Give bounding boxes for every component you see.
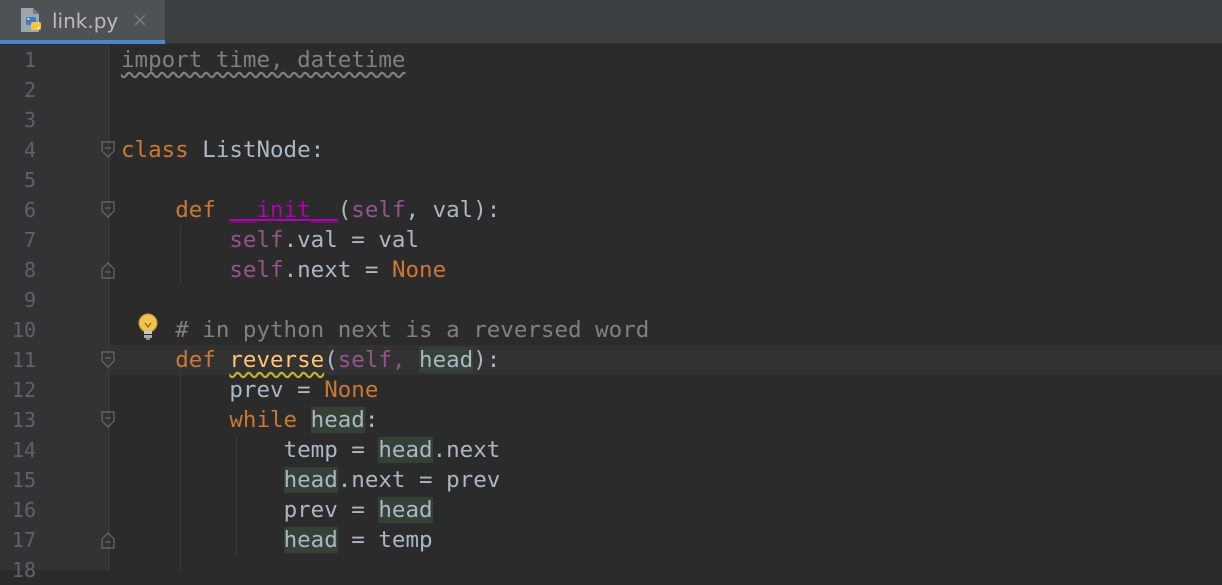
assignment: .next =	[283, 257, 392, 283]
keyword: while	[229, 407, 298, 433]
line-number: 2	[23, 78, 36, 102]
keyword: class	[121, 137, 189, 163]
fold-icon[interactable]	[100, 411, 116, 429]
python-icon	[21, 8, 41, 32]
line-number: 15	[11, 468, 36, 492]
gutter-divider	[108, 45, 109, 570]
assignment: .val = val	[283, 227, 420, 253]
line-number: 13	[11, 408, 36, 432]
code-line-6: def __init__(self, val):	[121, 195, 500, 225]
line-number-gutter: 1 2 3 4 5 6 7 8 9 10 11 12 13 14 15 16 1…	[0, 45, 110, 582]
line-number: 8	[23, 258, 36, 282]
fold-icon[interactable]	[100, 261, 116, 279]
assignment: temp =	[283, 437, 379, 463]
fold-icon[interactable]	[100, 531, 116, 549]
assignment: prev =	[283, 497, 379, 523]
self-ref: self	[229, 227, 284, 253]
line-number: 14	[11, 438, 36, 462]
code-line-11: def reverse(self, head):	[121, 345, 500, 375]
line-number: 17	[11, 528, 36, 552]
line-number: 5	[23, 168, 36, 192]
assignment: prev =	[229, 377, 325, 403]
line-number: 6	[23, 198, 36, 222]
colon: :	[364, 407, 379, 433]
var-head: head	[283, 527, 338, 553]
self-param: self	[351, 197, 406, 223]
param-head: head	[419, 347, 474, 373]
comment: # in python next is a reversed word	[175, 317, 650, 343]
code-line-12: prev = None	[121, 375, 378, 405]
line-number: 7	[23, 228, 36, 252]
line-number: 1	[23, 48, 36, 72]
var-head: head	[378, 497, 433, 523]
import-statement: import time, datetime	[121, 47, 406, 73]
tab-link-py[interactable]: link.py ×	[0, 0, 165, 44]
line-number: 11	[11, 348, 36, 372]
fold-icon[interactable]	[100, 201, 116, 219]
self-param: self	[337, 347, 392, 373]
function-name: reverse	[229, 347, 325, 373]
self-ref: self	[229, 257, 284, 283]
close-icon[interactable]: ×	[131, 9, 149, 31]
code-line-13: while head:	[121, 405, 378, 435]
none-literal: None	[391, 257, 447, 283]
line-number: 18	[11, 558, 36, 582]
keyword: def	[175, 347, 216, 373]
code-line-8: self.next = None	[121, 255, 446, 285]
comma: ,	[391, 347, 420, 373]
params: , val):	[405, 197, 501, 223]
line-number: 4	[23, 138, 36, 162]
tab-label: link.py	[52, 9, 119, 33]
var-head: head	[378, 437, 433, 463]
class-declaration: ListNode:	[188, 137, 325, 163]
paren-close: ):	[473, 347, 501, 373]
assignment: .next = prev	[337, 467, 501, 493]
attr: .next	[432, 437, 501, 463]
code-line-14: temp = head.next	[121, 435, 500, 465]
code-line-4: class ListNode:	[121, 135, 324, 165]
code-line-7: self.val = val	[121, 225, 419, 255]
code-line-10: # in python next is a reversed word	[121, 315, 649, 345]
assignment: = temp	[337, 527, 433, 553]
code-line-16: prev = head	[121, 495, 433, 525]
none-literal: None	[324, 377, 379, 403]
keyword: def	[175, 197, 216, 223]
paren: (	[324, 347, 338, 373]
var-head: head	[283, 467, 338, 493]
line-number: 10	[11, 318, 36, 342]
function-name: __init__	[229, 197, 338, 223]
fold-icon[interactable]	[100, 351, 116, 369]
code-editor[interactable]: 1 2 3 4 5 6 7 8 9 10 11 12 13 14 15 16 1…	[0, 45, 1222, 582]
line-number: 12	[11, 378, 36, 402]
code-line-17: head = temp	[121, 525, 433, 555]
fold-icon[interactable]	[100, 141, 116, 159]
paren: (	[337, 197, 352, 223]
code-line-1: import time, datetime	[121, 45, 405, 75]
editor-tab-bar: link.py ×	[0, 0, 1222, 44]
var-head: head	[310, 407, 365, 433]
line-number: 3	[23, 108, 36, 132]
line-number: 16	[11, 498, 36, 522]
line-number: 9	[23, 288, 36, 312]
code-line-15: head.next = prev	[121, 465, 500, 495]
